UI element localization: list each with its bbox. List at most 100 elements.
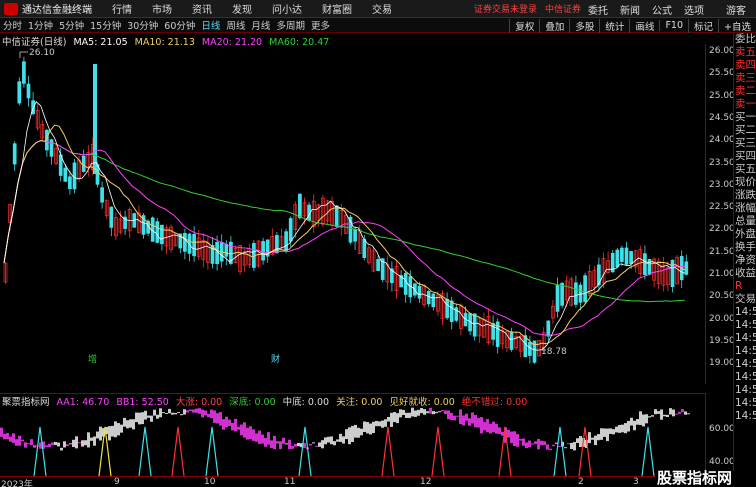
indicator-band bbox=[81, 440, 84, 447]
period-more[interactable]: 更多 bbox=[308, 18, 333, 32]
price-tick: 21.00 bbox=[709, 269, 735, 279]
quote-panel-item[interactable]: 14:5 bbox=[734, 410, 756, 423]
period-5min[interactable]: 5分钟 bbox=[56, 18, 87, 32]
quote-panel: 委比 卖五 卖四 卖三 卖二 卖一 买一 买二 买三 买四 买五 现价 涨跌 涨幅 总量 外盘 换手 净资 收益 R 交… bbox=[733, 33, 756, 487]
indicator-band bbox=[87, 432, 90, 448]
tool-add-favorite[interactable]: +自选 bbox=[718, 18, 756, 33]
indicator-band bbox=[351, 425, 354, 442]
period-fenshi[interactable]: 分时 bbox=[0, 18, 25, 32]
indicator-band bbox=[681, 409, 684, 413]
quote-panel-item[interactable]: 换手 bbox=[734, 241, 756, 254]
quote-panel-item[interactable]: 14:5 bbox=[734, 397, 756, 410]
candle-body bbox=[362, 238, 367, 258]
quote-panel-item[interactable]: 14:5 bbox=[734, 384, 756, 397]
indicator-band bbox=[558, 445, 561, 447]
app-logo-icon bbox=[4, 2, 18, 15]
quote-panel-item[interactable]: 买三 bbox=[734, 137, 756, 150]
quote-panel-item[interactable]: 涨跌 bbox=[734, 189, 756, 202]
trade-login-alert[interactable]: 证券交易未登录 bbox=[474, 2, 537, 15]
tool-tongji[interactable]: 统计 bbox=[599, 18, 629, 33]
menu-faxian[interactable]: 发现 bbox=[232, 1, 252, 16]
tool-weituo[interactable]: 委托 bbox=[588, 2, 608, 17]
tool-xinwen[interactable]: 新闻 bbox=[620, 2, 640, 17]
indicator-band bbox=[399, 409, 402, 418]
price-tick: 26.00 bbox=[709, 46, 735, 56]
quote-panel-item[interactable]: 卖二 bbox=[734, 85, 756, 98]
indicator-band bbox=[537, 438, 540, 450]
period-1min[interactable]: 1分钟 bbox=[25, 18, 56, 32]
tool-xuanxiang[interactable]: 选项 bbox=[684, 2, 704, 17]
quote-panel-item[interactable]: 净资 bbox=[734, 254, 756, 267]
tool-biaoji[interactable]: 标记 bbox=[688, 18, 718, 33]
indicator-spike bbox=[431, 426, 445, 476]
period-weekly[interactable]: 周线 bbox=[223, 18, 248, 32]
indicator-band bbox=[528, 440, 531, 448]
period-monthly[interactable]: 月线 bbox=[248, 18, 273, 32]
quote-panel-item[interactable]: R bbox=[734, 280, 756, 293]
indicator-band bbox=[597, 434, 600, 441]
quote-panel-item[interactable]: 卖四 bbox=[734, 59, 756, 72]
menu-caifuquan[interactable]: 财富圈 bbox=[322, 1, 352, 16]
quote-panel-item[interactable]: 买一 bbox=[734, 111, 756, 124]
indicator-band bbox=[624, 423, 627, 434]
tool-f10[interactable]: F10 bbox=[659, 20, 688, 31]
quote-panel-item[interactable]: 卖一 bbox=[734, 98, 756, 111]
quote-panel-item[interactable]: 现价 bbox=[734, 176, 756, 189]
period-60min[interactable]: 60分钟 bbox=[161, 18, 198, 32]
indicator-spike bbox=[205, 426, 219, 476]
quote-panel-item[interactable]: 14:5 bbox=[734, 371, 756, 384]
quote-panel-item[interactable]: 交易 bbox=[734, 293, 756, 306]
tool-fuquan[interactable]: 复权 bbox=[509, 18, 539, 33]
quote-panel-item[interactable]: 买四 bbox=[734, 150, 756, 163]
indicator-band bbox=[213, 410, 216, 423]
quote-panel-item[interactable]: 14:5 bbox=[734, 332, 756, 345]
quote-panel-item[interactable]: 买五 bbox=[734, 163, 756, 176]
quote-panel-item[interactable]: 委比 bbox=[734, 33, 756, 46]
quote-panel-item[interactable]: 涨幅 bbox=[734, 202, 756, 215]
period-15min[interactable]: 15分钟 bbox=[87, 18, 124, 32]
period-multi[interactable]: 多周期 bbox=[273, 18, 308, 32]
quote-panel-item[interactable]: 收益 bbox=[734, 267, 756, 280]
indicator-band bbox=[117, 423, 120, 436]
quote-panel-item[interactable]: 14:5 bbox=[734, 319, 756, 332]
indicator-band bbox=[588, 432, 591, 444]
event-marker-zeng[interactable]: 增 bbox=[88, 353, 97, 365]
tool-huaxian[interactable]: 画线 bbox=[629, 18, 659, 33]
indicator-band bbox=[546, 444, 549, 450]
tool-gongshi[interactable]: 公式 bbox=[652, 2, 672, 17]
quote-panel-item[interactable]: 14:5 bbox=[734, 358, 756, 371]
indicator-band bbox=[567, 443, 570, 445]
indicator-band bbox=[507, 429, 510, 438]
quote-panel-item[interactable]: 14:5 bbox=[734, 306, 756, 319]
candle-body bbox=[620, 247, 624, 262]
candlestick-chart[interactable]: 26.10 18.78 增 财 bbox=[0, 44, 705, 384]
quote-panel-item[interactable]: 14:5 bbox=[734, 345, 756, 358]
period-daily[interactable]: 日线 bbox=[198, 18, 223, 32]
menu-wenxiaoda[interactable]: 问小达 bbox=[272, 1, 302, 16]
indicator-band bbox=[264, 437, 267, 447]
indicator-band bbox=[627, 420, 630, 432]
quote-panel-item[interactable]: 总量 bbox=[734, 215, 756, 228]
indicator-band bbox=[93, 436, 96, 446]
menu-shichang[interactable]: 市场 bbox=[152, 1, 172, 16]
candle-body bbox=[93, 64, 97, 174]
quote-panel-item[interactable]: 外盘 bbox=[734, 228, 756, 241]
indicator-band bbox=[468, 418, 471, 426]
indicator-band bbox=[114, 421, 117, 438]
menu-hangqing[interactable]: 行情 bbox=[112, 1, 132, 16]
event-marker-cai[interactable]: 财 bbox=[271, 353, 280, 365]
indicator-chart[interactable] bbox=[0, 405, 705, 476]
candle-body bbox=[81, 155, 86, 172]
low-price-label: 18.78 bbox=[541, 347, 567, 357]
quote-panel-item[interactable]: 卖五 bbox=[734, 46, 756, 59]
guest-user[interactable]: 游客 bbox=[726, 2, 746, 17]
indicator-band bbox=[141, 412, 144, 425]
period-30min[interactable]: 30分钟 bbox=[124, 18, 161, 32]
quote-panel-item[interactable]: 买二 bbox=[734, 124, 756, 137]
quote-panel-item[interactable]: 卖三 bbox=[734, 72, 756, 85]
price-tick: 24.00 bbox=[709, 135, 735, 146]
tool-diejia[interactable]: 叠加 bbox=[539, 18, 569, 33]
menu-jiaoyi[interactable]: 交易 bbox=[372, 1, 392, 16]
menu-zixun[interactable]: 资讯 bbox=[192, 1, 212, 16]
tool-duogu[interactable]: 多股 bbox=[569, 18, 599, 33]
